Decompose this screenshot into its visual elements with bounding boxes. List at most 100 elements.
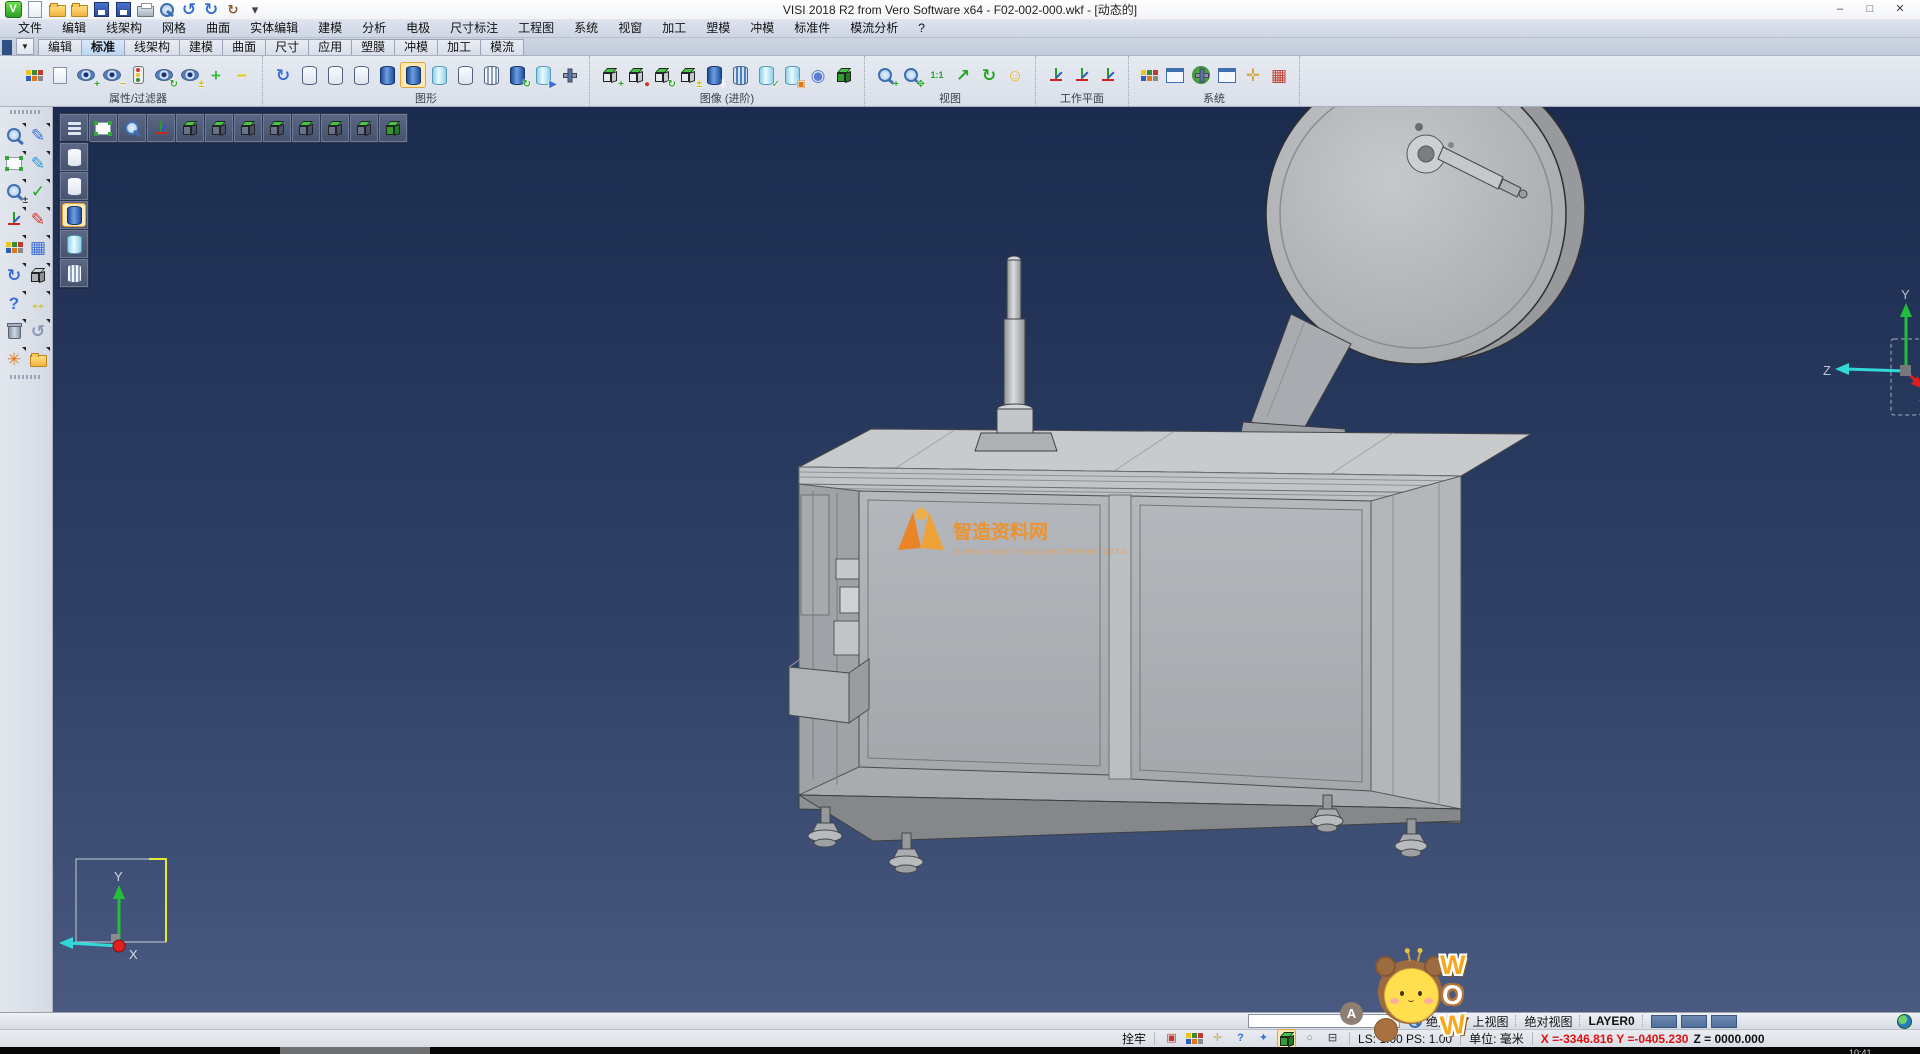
workplane-entity[interactable]	[1070, 63, 1094, 87]
workplane-align[interactable]	[1096, 63, 1120, 87]
toolbar-grip-bottom[interactable]	[10, 375, 42, 379]
status-split-view[interactable]: ⊟	[1324, 1030, 1341, 1047]
status-snap[interactable]: ✦	[1255, 1030, 1272, 1047]
vp-tile-viewport-menu[interactable]	[60, 114, 88, 142]
menu-item-analysis[interactable]: 分析	[352, 20, 396, 37]
filter-add[interactable]: +	[204, 63, 228, 87]
tab-press-tool[interactable]: 冲模	[394, 39, 438, 55]
vp-tile-display-transparent[interactable]	[60, 230, 88, 258]
dynamic-display[interactable]: ▶	[531, 63, 555, 87]
save-file[interactable]	[92, 1, 110, 19]
striped-cylinder[interactable]	[728, 63, 752, 87]
fit-view[interactable]	[92, 117, 114, 139]
box-add[interactable]: +	[598, 63, 622, 87]
taskbar-app-segment[interactable]	[280, 1047, 430, 1054]
window-tools[interactable]	[1215, 63, 1239, 87]
left-tool-grid-plane[interactable]: ▦	[26, 234, 50, 260]
visi-logo[interactable]: V	[4, 1, 22, 19]
minimize-button[interactable]: –	[1826, 1, 1854, 18]
display-shaded[interactable]	[63, 204, 85, 226]
status-lamp[interactable]: ○	[1301, 1030, 1318, 1047]
view-right[interactable]	[324, 117, 346, 139]
mesh-sphere[interactable]: ◉	[806, 63, 830, 87]
menu-item-surface[interactable]: 曲面	[196, 20, 240, 37]
transparent-display[interactable]	[427, 63, 451, 87]
lock-toggle[interactable]: 拴牢	[1122, 1030, 1146, 1047]
toolbar-options-dropdown[interactable]: ▾	[246, 1, 264, 19]
section-cylinder[interactable]: ⋮	[702, 63, 726, 87]
filter-eye-add[interactable]: +	[74, 63, 98, 87]
dashed-hidden-display[interactable]	[349, 63, 373, 87]
zoom-extents[interactable]: ✥	[899, 63, 923, 87]
vp-tile-fit-view[interactable]	[89, 114, 117, 142]
selection-options[interactable]: ✛	[1241, 63, 1265, 87]
filter-eye-remove[interactable]: −	[100, 63, 124, 87]
toolbar-grip[interactable]	[10, 110, 42, 114]
vp-tile-zoom-select[interactable]	[118, 114, 146, 142]
tab-edit[interactable]: 编辑	[38, 39, 82, 55]
box-visibility[interactable]: ●	[624, 63, 648, 87]
menu-item-dimension[interactable]: 尺寸标注	[440, 20, 508, 37]
left-tool-machining-navigator[interactable]: ✳	[2, 346, 26, 372]
open-file[interactable]	[48, 1, 66, 19]
left-tool-view-regenerate[interactable]: ↻	[2, 262, 26, 288]
menu-item-edit[interactable]: 编辑	[52, 20, 96, 37]
vp-tile-view-bottom[interactable]	[205, 114, 233, 142]
tab-standard[interactable]: 标准	[81, 39, 125, 55]
shaded-display[interactable]	[375, 63, 399, 87]
layer-color-swatch-1[interactable]	[1681, 1015, 1707, 1028]
graphics-settings[interactable]	[557, 63, 581, 87]
tab-modeling[interactable]: 建模	[179, 39, 223, 55]
zoom-select[interactable]	[121, 117, 143, 139]
zoom-1-1[interactable]: 1:1	[925, 63, 949, 87]
vp-tile-triad-toggle[interactable]	[147, 114, 175, 142]
viewport-menu[interactable]	[63, 117, 85, 139]
vp-tile-view-top[interactable]	[176, 114, 204, 142]
color-table[interactable]	[1137, 63, 1161, 87]
active-layer-indicator[interactable]: LAYER0	[1588, 1014, 1634, 1028]
menu-item-help[interactable]: ?	[908, 20, 935, 37]
status-shade-mode[interactable]	[1278, 1030, 1295, 1047]
status-stamp[interactable]: ✛	[1209, 1030, 1226, 1047]
menu-item-system[interactable]: 系统	[564, 20, 608, 37]
vp-tile-view-back[interactable]	[263, 114, 291, 142]
mesh-grid-display[interactable]: ▦	[1267, 63, 1291, 87]
vp-tile-view-shaded-iso[interactable]	[379, 114, 407, 142]
view-mode-indicator[interactable]: 绝对 XY 上视图	[1426, 1013, 1508, 1030]
left-tool-workplane-triad[interactable]	[2, 206, 26, 232]
mesh-display[interactable]	[479, 63, 503, 87]
system-options[interactable]	[1189, 63, 1213, 87]
hidden-line-display[interactable]	[323, 63, 347, 87]
view-left[interactable]	[295, 117, 317, 139]
menu-item-window[interactable]: 视窗	[608, 20, 652, 37]
left-tool-help-query[interactable]: ?	[2, 290, 26, 316]
zoom-vector[interactable]: ↗	[951, 63, 975, 87]
display-settings[interactable]	[1163, 63, 1187, 87]
filter-eye-refresh[interactable]: ↻	[152, 63, 176, 87]
flat-display[interactable]	[453, 63, 477, 87]
display-wireframe[interactable]	[63, 146, 85, 168]
left-tool-shaded-cube[interactable]	[26, 262, 50, 288]
vp-tile-view-axonometric[interactable]	[350, 114, 378, 142]
filter-remove[interactable]: −	[230, 63, 254, 87]
menu-item-modeling[interactable]: 建模	[308, 20, 352, 37]
box-refresh[interactable]: ↻	[650, 63, 674, 87]
menu-item-file[interactable]: 文件	[8, 20, 52, 37]
menu-item-standard-parts[interactable]: 标准件	[784, 20, 840, 37]
viewport-3d[interactable]: 智造资料网 INTELLIGENT MANUFACTURING DATA Y X	[53, 107, 1920, 1012]
tab-surface[interactable]: 曲面	[222, 39, 266, 55]
filter-eye-toggle[interactable]: ±	[178, 63, 202, 87]
left-tool-undo-last[interactable]: ↺	[26, 318, 50, 344]
status-paint[interactable]	[1186, 1030, 1203, 1047]
validate-solid[interactable]: ✓	[754, 63, 778, 87]
tab-dropdown-button[interactable]: ▼	[16, 38, 34, 55]
tab-dimension[interactable]: 尺寸	[265, 39, 309, 55]
regen-solids[interactable]: ↻	[505, 63, 529, 87]
session-replay[interactable]: ↻	[224, 1, 242, 19]
view-bottom[interactable]	[208, 117, 230, 139]
left-tool-file-manager[interactable]	[26, 346, 50, 372]
left-tool-selection-filter[interactable]	[2, 122, 26, 148]
menu-item-electrode[interactable]: 电极	[396, 20, 440, 37]
close-button[interactable]: ✕	[1886, 1, 1914, 18]
menu-item-mesh[interactable]: 网格	[152, 20, 196, 37]
